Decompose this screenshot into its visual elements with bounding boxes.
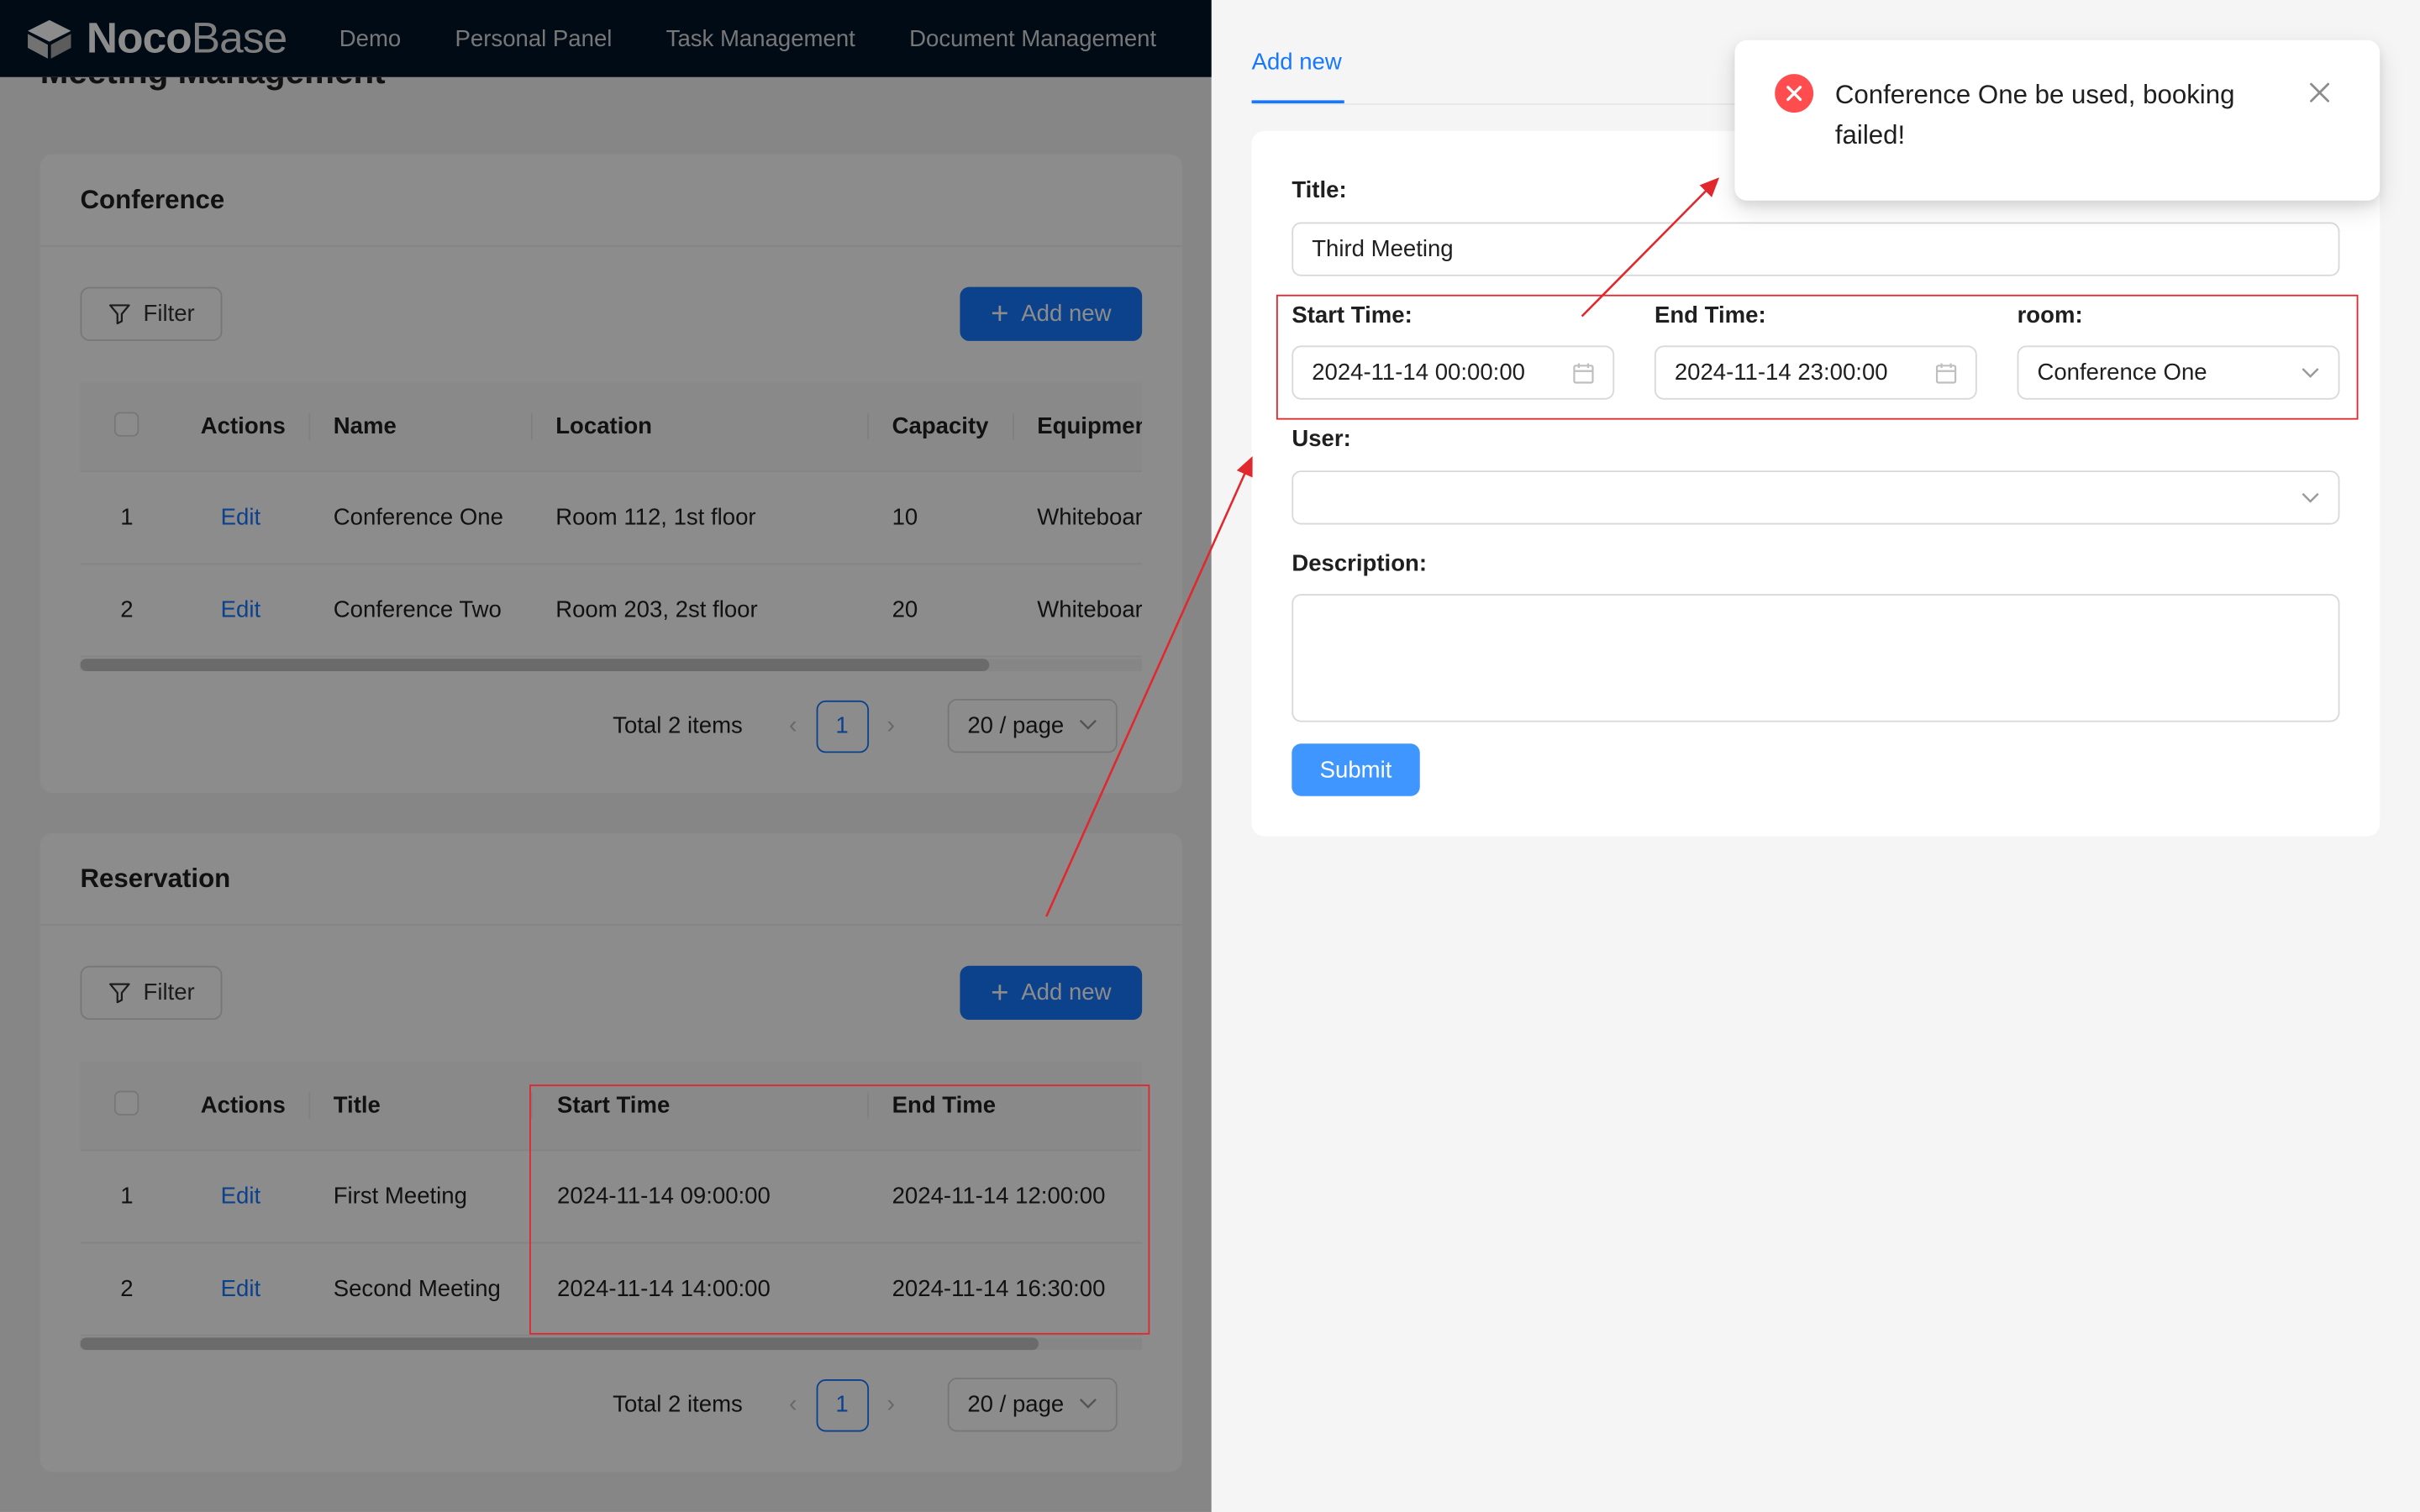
description-label: Description: [1292, 550, 1428, 577]
reservation-form: Title: Third Meeting Start Time: 2024-11… [1251, 131, 2381, 837]
error-notification: Conference One be used, booking failed! [1734, 39, 2381, 201]
close-icon[interactable] [2309, 81, 2331, 103]
add-new-drawer: Add new Title: Third Meeting Start Time:… [1211, 0, 2420, 1512]
error-icon [1775, 74, 1814, 113]
annotation-highlight-reservation-times [529, 1084, 1150, 1335]
title-input[interactable]: Third Meeting [1292, 222, 2340, 276]
tab-add-new[interactable]: Add new [1252, 50, 1342, 76]
user-label: User: [1292, 425, 1351, 453]
chevron-down-icon [2302, 492, 2319, 503]
title-label: Title: [1292, 177, 1347, 204]
submit-button[interactable]: Submit [1292, 743, 1420, 796]
active-tab-indicator [1251, 100, 1344, 104]
description-textarea[interactable] [1292, 594, 2340, 722]
notification-message: Conference One be used, booking failed! [1834, 80, 2235, 150]
screen: NocoBase Demo Personal Panel Task Manage… [0, 0, 2420, 1512]
annotation-highlight-form-times [1276, 294, 2359, 420]
user-select[interactable] [1292, 470, 2340, 525]
